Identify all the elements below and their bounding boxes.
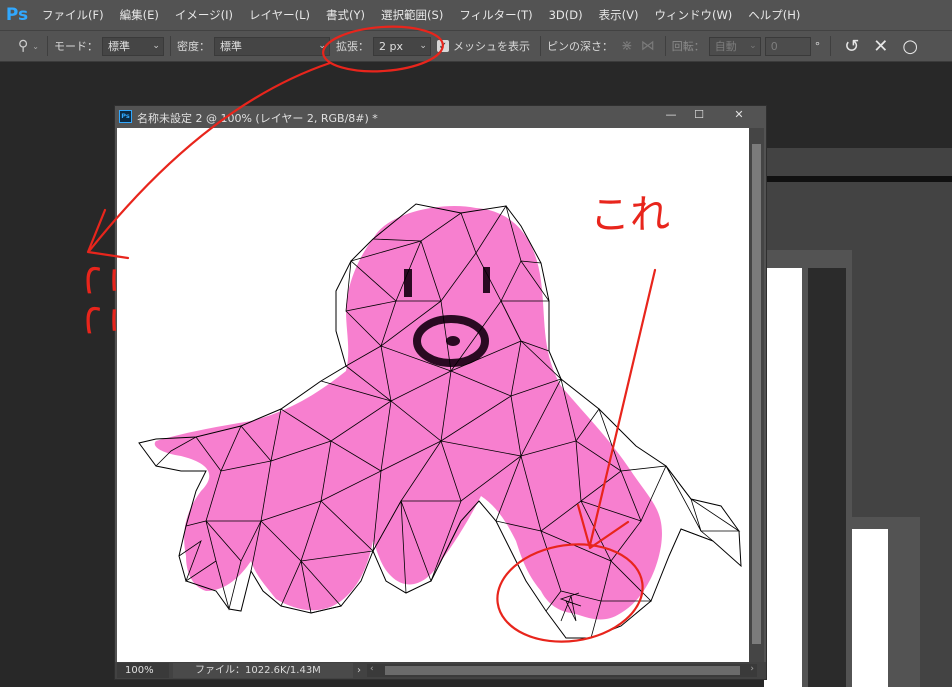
show-mesh-checkbox[interactable]: ✓ — [436, 40, 449, 52]
mode-value: 標準 — [107, 39, 130, 53]
rotate-dropdown[interactable]: 自動 ⌄ — [708, 36, 761, 56]
menu-bar: Ps ファイル(F) 編集(E) イメージ(I) レイヤー(L) 書式(Y) 選… — [0, 0, 952, 30]
mode-dropdown[interactable]: 標準 ⌄ — [101, 36, 164, 56]
menu-filter[interactable]: フィルター(T) — [451, 7, 540, 23]
chevron-down-icon: ⌄ — [318, 40, 326, 51]
maximize-button[interactable]: ☐ — [685, 106, 713, 124]
scroll-left-icon[interactable]: ‹ — [370, 664, 374, 674]
ps-document-icon: Ps — [119, 110, 132, 123]
expand-value: 2 px — [378, 39, 403, 53]
menu-3d[interactable]: 3D(D) — [541, 8, 591, 22]
chevron-down-icon: ⌄ — [152, 40, 160, 51]
background-canvas — [808, 268, 846, 687]
octopus-mouth-center — [446, 336, 460, 346]
vertical-scrollbar[interactable] — [749, 128, 764, 662]
show-mesh-label: メッシュを表示 — [452, 40, 530, 53]
status-menu-chevron-icon[interactable]: › — [357, 665, 361, 676]
octopus-body — [154, 206, 662, 620]
tool-preset-chevron-icon[interactable]: ⌄ — [32, 42, 39, 51]
status-bar: 100% ファイル：1022.6K/1.43M › ‹ › — [115, 662, 766, 679]
menu-image[interactable]: イメージ(I) — [167, 7, 241, 23]
commit-circle-icon[interactable]: ○ — [902, 36, 918, 57]
degree-symbol: ° — [814, 39, 821, 53]
artwork — [138, 203, 742, 639]
menu-select[interactable]: 選択範囲(S) — [373, 7, 451, 23]
document-title: 名称未設定 2 @ 100% (レイヤー 2, RGB/8#) * — [137, 112, 378, 125]
photoshop-logo[interactable]: Ps — [0, 0, 34, 30]
rotate-value: 自動 — [714, 39, 737, 53]
close-button[interactable]: ✕ — [725, 106, 753, 124]
menu-help[interactable]: ヘルプ(H) — [740, 7, 808, 23]
menu-view[interactable]: 表示(V) — [591, 7, 647, 23]
expand-label: 拡張： — [335, 40, 369, 53]
angle-field[interactable]: 0 — [764, 36, 811, 56]
canvas[interactable] — [117, 128, 749, 662]
document-window: Ps 名称未設定 2 @ 100% (レイヤー 2, RGB/8#) * — ☐… — [114, 105, 767, 680]
window-edge — [764, 176, 952, 182]
angle-value: 0 — [770, 39, 778, 53]
expand-field[interactable]: 2 px ⌄ — [372, 36, 431, 56]
menu-edit[interactable]: 編集(E) — [112, 7, 167, 23]
mode-label: モード： — [53, 40, 98, 53]
divider — [664, 36, 666, 56]
pin-depth-label: ピンの深さ： — [546, 40, 613, 53]
divider — [169, 36, 171, 56]
menu-type[interactable]: 書式(Y) — [318, 7, 373, 23]
pin-depth-back-icon[interactable]: ⋈ — [641, 38, 655, 54]
menu-layer[interactable]: レイヤー(L) — [241, 7, 318, 23]
undo-reset-icon[interactable]: ↺ — [844, 36, 859, 57]
chevron-down-icon: ⌄ — [749, 40, 757, 51]
minimize-button[interactable]: — — [657, 106, 685, 124]
menu-window[interactable]: ウィンドウ(W) — [646, 7, 740, 23]
pin-depth-front-icon[interactable]: ⋇ — [621, 38, 633, 54]
horizontal-scroll-thumb[interactable] — [385, 666, 740, 675]
pin-tool-icon[interactable]: ⚲ — [18, 38, 28, 54]
octopus-right-eye — [483, 267, 490, 293]
horizontal-scrollbar[interactable]: ‹ › — [367, 664, 757, 677]
menu-file[interactable]: ファイル(F) — [34, 7, 112, 23]
cancel-icon[interactable]: ✕ — [873, 36, 888, 57]
options-bar: ⚲ ⌄ モード： 標準 ⌄ 密度： 標準 ⌄ 拡張： 2 px ⌄ ✓ メッシュ… — [0, 30, 952, 62]
divider — [830, 36, 832, 56]
background-window — [764, 250, 852, 687]
chevron-down-icon: ⌄ — [419, 40, 427, 51]
scroll-right-icon[interactable]: › — [750, 664, 754, 674]
divider — [539, 36, 541, 56]
zoom-level[interactable]: 100% — [117, 663, 169, 678]
density-value: 標準 — [219, 39, 242, 53]
background-canvas — [764, 268, 802, 687]
density-label: 密度： — [176, 40, 210, 53]
rotate-label: 回転： — [671, 40, 705, 53]
divider — [46, 36, 48, 56]
background-window — [850, 517, 920, 687]
vertical-scroll-thumb[interactable] — [752, 144, 761, 644]
density-dropdown[interactable]: 標準 ⌄ — [213, 36, 330, 56]
file-info[interactable]: ファイル：1022.6K/1.43M — [173, 663, 353, 678]
document-titlebar[interactable]: Ps 名称未設定 2 @ 100% (レイヤー 2, RGB/8#) * — ☐… — [115, 106, 766, 128]
background-canvas — [852, 529, 888, 687]
